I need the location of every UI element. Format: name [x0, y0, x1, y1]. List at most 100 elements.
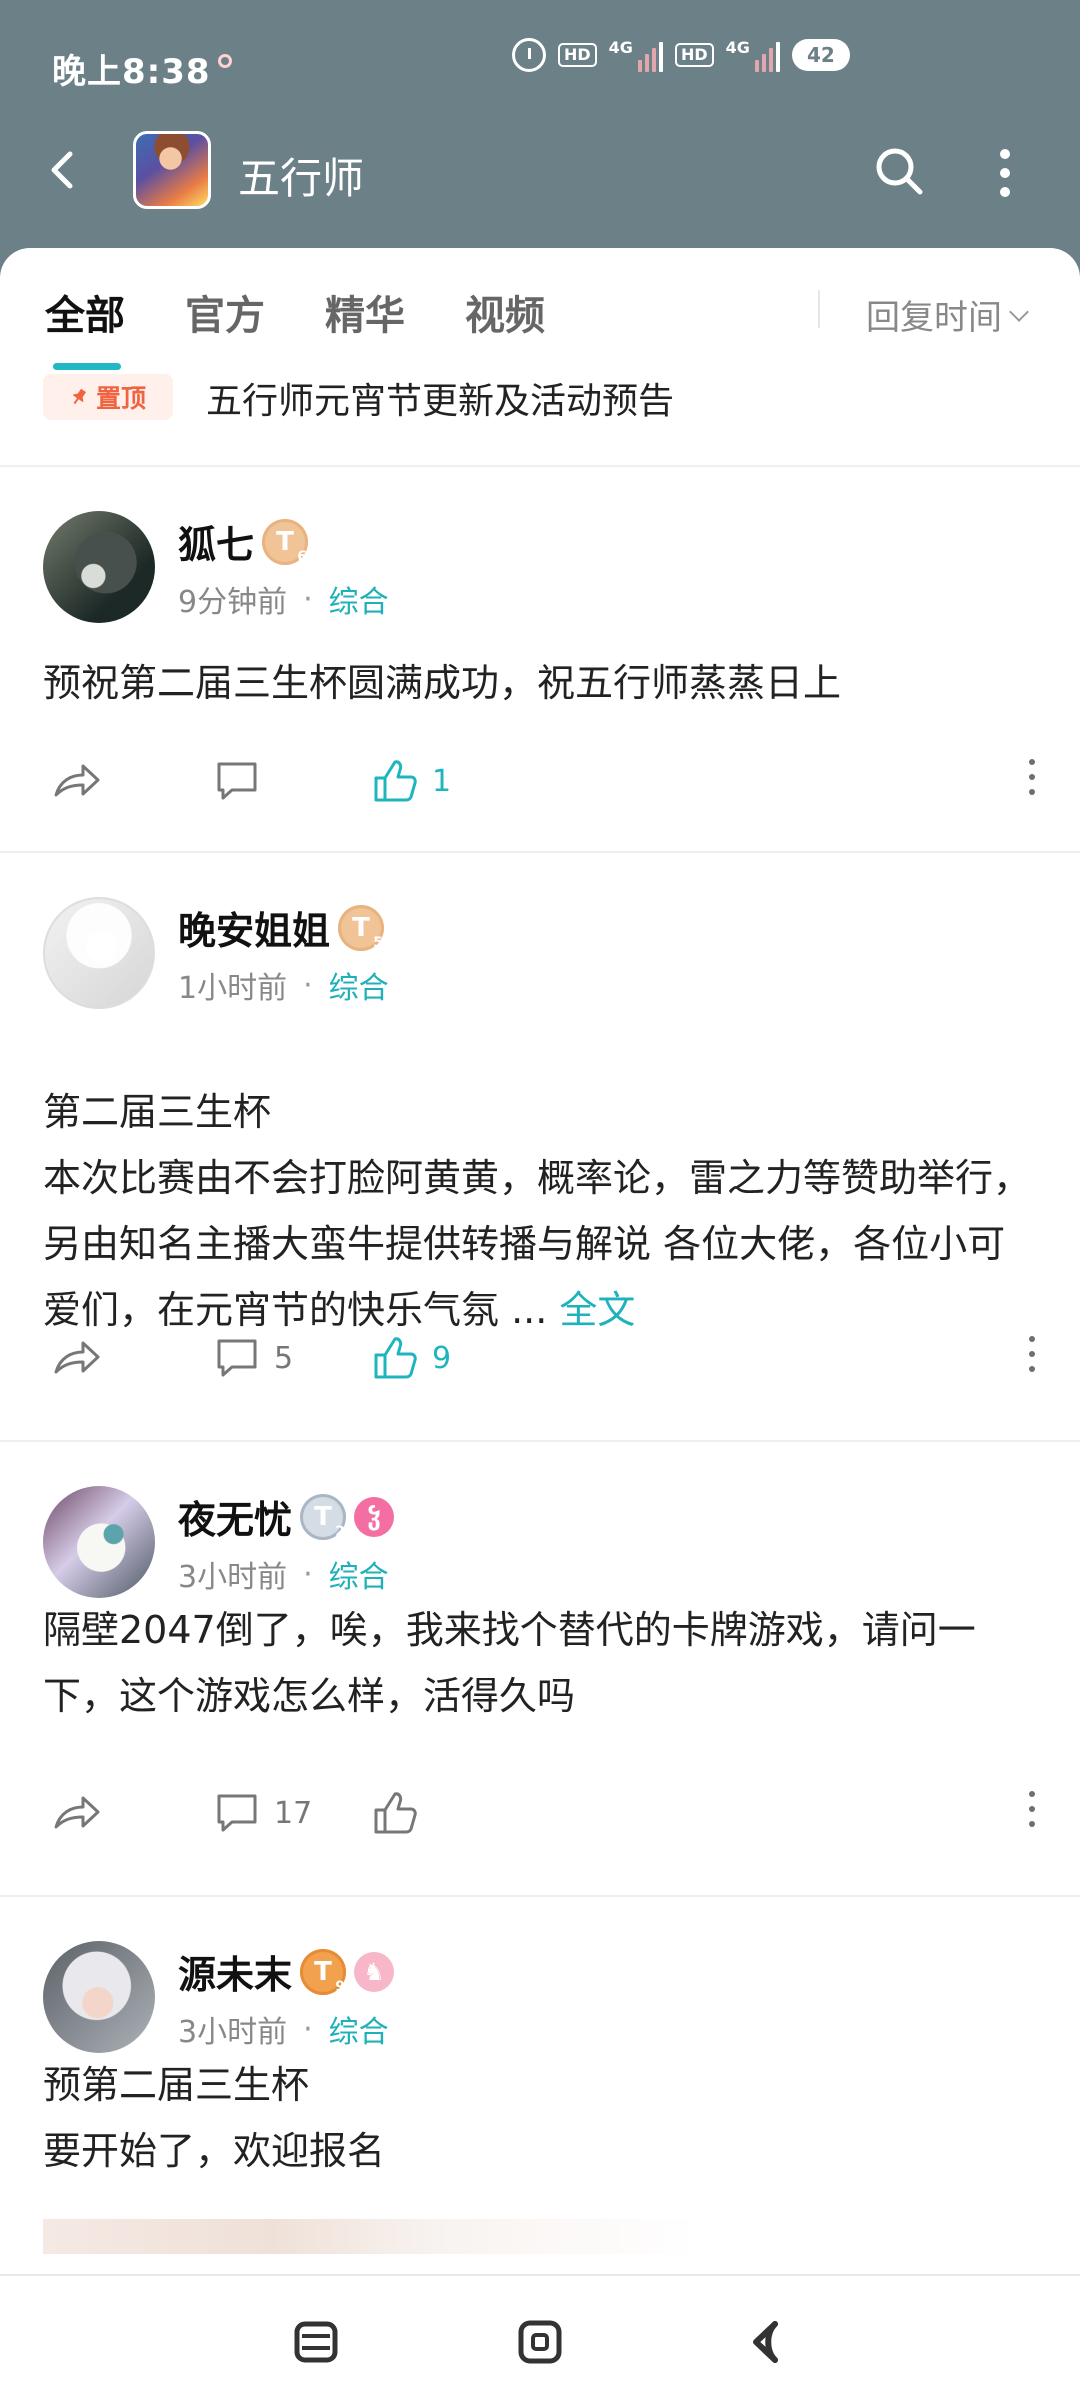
level-number: 6 — [297, 548, 308, 565]
post-content[interactable]: 隔壁2047倒了，唉，我来找个替代的卡牌游戏，请问一下，这个游戏怎么样，活得久吗 — [43, 1597, 1033, 1729]
tab-all[interactable]: 全部 — [45, 283, 125, 341]
dot — [1029, 759, 1035, 765]
back-icon[interactable] — [42, 148, 86, 192]
post-time: 9分钟前 — [178, 585, 288, 620]
dot — [1000, 149, 1010, 159]
return-icon[interactable] — [744, 2318, 792, 2366]
post-category[interactable]: 综合 — [329, 577, 389, 621]
level-badge: T 9 — [300, 1948, 347, 1995]
share-button[interactable] — [52, 1783, 102, 1843]
dot — [1029, 1336, 1035, 1342]
pinned-badge: 置顶 — [43, 374, 173, 420]
dot — [1029, 1366, 1035, 1372]
like-button[interactable]: 9 — [372, 1328, 451, 1388]
post-category[interactable]: 综合 — [329, 2007, 389, 2051]
level-letter: T — [314, 1501, 332, 1532]
share-icon — [54, 764, 100, 797]
comment-icon — [217, 762, 257, 800]
author-name[interactable]: 晚安姐姐 — [178, 900, 330, 955]
menu-icon[interactable] — [292, 2318, 340, 2366]
post-content[interactable]: 预第二届三生杯 要开始了，欢迎报名 — [43, 2052, 1033, 2184]
comment-button[interactable]: 17 — [214, 1783, 312, 1843]
meta-separator: · — [303, 2011, 313, 2047]
comment-icon — [217, 1794, 257, 1832]
author-name[interactable]: 源未末 — [178, 1944, 292, 1999]
avatar[interactable] — [43, 1486, 155, 1598]
author-line: 源未末 T 9 ♞ — [178, 1944, 395, 1999]
hd-indicator-1: HD — [558, 43, 597, 67]
comment-button[interactable]: 5 — [214, 1328, 293, 1388]
post-actions: 17 — [52, 1783, 1042, 1843]
more-icon[interactable] — [990, 145, 1020, 197]
sort-dropdown[interactable]: 回复时间 — [866, 290, 1029, 339]
home-icon[interactable] — [516, 2318, 564, 2366]
dot — [1029, 1806, 1035, 1812]
author-name[interactable]: 夜无忧 — [178, 1489, 292, 1544]
avatar[interactable] — [43, 511, 155, 623]
dot — [1029, 1791, 1035, 1797]
dot — [1029, 774, 1035, 780]
dot — [1000, 187, 1010, 197]
pin-icon — [72, 388, 87, 405]
comment-button[interactable] — [214, 751, 260, 811]
post-card[interactable]: 狐七 T 6 9分钟前 · 综合 预祝第二届三生杯圆满成功，祝五行师蒸蒸日上 1 — [0, 467, 1080, 853]
meta-separator: · — [303, 1556, 313, 1592]
special-badge-icon: ♞ — [354, 1951, 395, 1992]
share-icon — [54, 1341, 100, 1374]
top-header: 晚上8:38 HD 4G HD 4G 42 五行师 — [0, 0, 1080, 250]
comment-count: 5 — [274, 1340, 294, 1376]
post-more-icon[interactable] — [1022, 1787, 1042, 1837]
post-content[interactable]: 第二届三生杯 本次比赛由不会打脸阿黄黄，概率论，雷之力等赞助举行，另由知名主播大… — [43, 1013, 1033, 1343]
sort-label: 回复时间 — [866, 298, 1002, 338]
post-time: 1小时前 — [178, 971, 288, 1006]
signal-bar — [775, 42, 780, 72]
level-badge: T 6 — [262, 518, 309, 565]
author-line: 狐七 T 6 — [178, 514, 309, 569]
tab-official[interactable]: 官方 — [185, 283, 265, 341]
network-signal-2: 4G — [726, 38, 780, 72]
pinned-label: 置顶 — [95, 384, 146, 413]
post-meta: 1小时前 · 综合 — [178, 963, 389, 1007]
post-more-icon[interactable] — [1022, 755, 1042, 805]
notification-dot-icon — [218, 54, 232, 68]
post-card[interactable]: 夜无忧 T 2 ჴ 3小时前 · 综合 隔壁2047倒了，唉，我来找个替代的卡牌… — [0, 1442, 1080, 1897]
post-content-text: 第二届三生杯 本次比赛由不会打脸阿黄黄，概率论，雷之力等赞助举行，另由知名主播大… — [43, 1090, 1032, 1332]
alarm-icon — [512, 38, 546, 72]
level-badge: T 2 — [300, 1493, 347, 1540]
author-name[interactable]: 狐七 — [178, 514, 254, 569]
share-button[interactable] — [52, 751, 102, 811]
level-number: 5 — [373, 934, 384, 951]
search-icon[interactable] — [872, 144, 926, 198]
meta-separator: · — [303, 581, 313, 617]
post-image-preview[interactable] — [43, 2219, 699, 2254]
post-card[interactable]: 源未末 T 9 ♞ 3小时前 · 综合 预第二届三生杯 要开始了，欢迎报名 — [0, 1897, 1080, 2274]
tab-featured[interactable]: 精华 — [325, 283, 405, 341]
full-text-link[interactable]: 全文 — [559, 1288, 635, 1332]
like-button[interactable] — [372, 1783, 418, 1843]
signal-bar — [651, 48, 656, 72]
like-icon — [374, 1337, 417, 1379]
tab-video[interactable]: 视频 — [465, 283, 545, 341]
avatar[interactable] — [43, 1941, 155, 2053]
network-signal-1: 4G — [609, 38, 663, 72]
like-button[interactable]: 1 — [372, 751, 451, 811]
pinned-post[interactable]: 置顶 五行师元宵节更新及活动预告 — [43, 372, 1043, 422]
signal-bar — [754, 60, 759, 72]
status-time: 晚上8:38 — [52, 52, 211, 92]
special-badge-icon: ჴ — [354, 1496, 395, 1537]
post-meta: 3小时前 · 综合 — [178, 2007, 389, 2051]
dot — [1000, 168, 1010, 178]
post-more-icon[interactable] — [1022, 1332, 1042, 1382]
dot — [1029, 1821, 1035, 1827]
share-button[interactable] — [52, 1328, 102, 1388]
like-icon — [374, 760, 417, 802]
post-category[interactable]: 综合 — [329, 1552, 389, 1596]
signal-bar — [637, 60, 642, 72]
avatar[interactable] — [43, 897, 155, 1009]
forum-avatar[interactable] — [133, 131, 211, 209]
post-card[interactable]: 晚安姐姐 T 5 1小时前 · 综合 第二届三生杯 本次比赛由不会打脸阿黄黄，概… — [0, 853, 1080, 1442]
post-category[interactable]: 综合 — [329, 963, 389, 1007]
forum-feed-panel: 全部 官方 精华 视频 回复时间 置顶 五行师元宵节更新及活动预告 狐七 T 6… — [0, 248, 1080, 2274]
post-content[interactable]: 预祝第二届三生杯圆满成功，祝五行师蒸蒸日上 — [43, 650, 1033, 716]
forum-title: 五行师 — [238, 154, 365, 203]
